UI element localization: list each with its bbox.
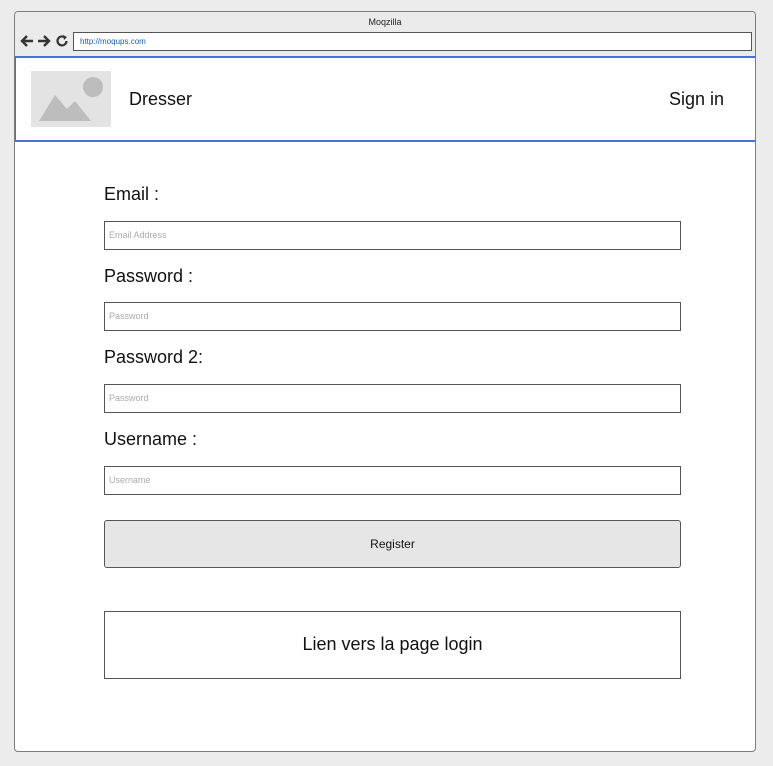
- email-label: Email :: [104, 184, 160, 204]
- sign-in-link[interactable]: Sign in: [669, 89, 724, 110]
- image-placeholder-icon: [39, 77, 103, 121]
- logo-image-placeholder: [31, 71, 111, 127]
- brand-name[interactable]: Dresser: [129, 89, 192, 110]
- username-label: Username :: [104, 429, 198, 449]
- password-confirm-label: Password 2:: [104, 347, 204, 367]
- login-page-link[interactable]: Lien vers la page login: [104, 611, 681, 679]
- reload-icon[interactable]: [55, 34, 69, 48]
- window-title: Moqzilla: [368, 17, 402, 27]
- url-bar[interactable]: http://moqups.com: [73, 32, 752, 51]
- forward-arrow-icon[interactable]: [37, 34, 51, 48]
- username-field[interactable]: Username: [104, 466, 681, 495]
- browser-chrome: Moqzilla http://moqups.com: [15, 12, 755, 56]
- password-label: Password :: [104, 266, 194, 286]
- browser-window: Moqzilla http://moqups.com Dresser Sign …: [14, 11, 756, 752]
- app-header: Dresser Sign in: [15, 56, 755, 142]
- password-confirm-field[interactable]: Password: [104, 384, 681, 413]
- register-button[interactable]: Register: [104, 520, 681, 568]
- email-field[interactable]: Email Address: [104, 221, 681, 250]
- back-arrow-icon[interactable]: [20, 34, 34, 48]
- password-field[interactable]: Password: [104, 302, 681, 331]
